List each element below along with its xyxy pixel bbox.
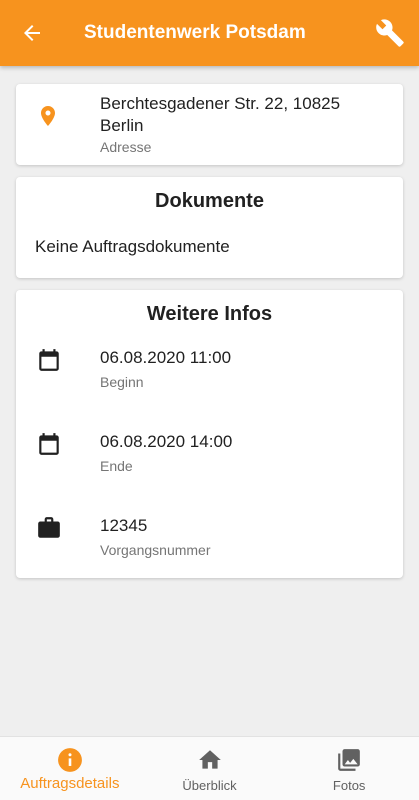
nav-label-ueberblick: Überblick [182,778,237,793]
nav-item-auftragsdetails[interactable]: Auftragsdetails [0,737,140,800]
info-title: Weitere Infos [146,303,273,325]
page-title: Studentenwerk Potsdam [84,22,306,43]
address-card: Berchtesgadener Str. 22, 10825 Berlin Ad… [16,84,403,165]
calendar-icon [36,347,62,373]
briefcase-icon [36,515,62,541]
nav-item-ueberblick[interactable]: Überblick [140,737,280,800]
case-number-label: Vorgangsnummer [100,542,211,558]
address-value: Berchtesgadener Str. 22, 10825 Berlin [100,94,341,135]
settings-button[interactable] [371,14,409,52]
documents-card: Dokumente Keine Auftragsdokumente [16,177,403,278]
arrow-back-icon [24,25,40,41]
home-icon [197,747,223,773]
wrench-icon [376,19,404,47]
start-value: 06.08.2020 11:00 [100,348,232,367]
end-value: 06.08.2020 14:00 [100,432,233,451]
back-button[interactable] [14,15,50,51]
nav-label-fotos: Fotos [332,778,366,793]
info-card: Weitere Infos 06.08.2020 11:00 Beginn 06… [16,290,403,578]
app-bar: Studentenwerk Potsdam [0,0,419,66]
documents-empty-text: Keine Auftragsdokumente [35,237,230,256]
nav-label-auftragsdetails: Auftragsdetails [20,775,120,792]
calendar-icon [36,431,62,457]
end-label: Ende [100,458,133,474]
nav-item-fotos[interactable]: Fotos [279,737,419,800]
bottom-navigation: Auftragsdetails Überblick Fotos [0,736,419,800]
address-label: Adresse [100,139,152,155]
info-icon [57,747,83,773]
documents-title: Dokumente [155,190,264,212]
case-number-value: 12345 [100,516,148,535]
photos-icon [336,747,362,773]
start-label: Beginn [100,374,144,390]
location-pin-icon [36,102,60,130]
